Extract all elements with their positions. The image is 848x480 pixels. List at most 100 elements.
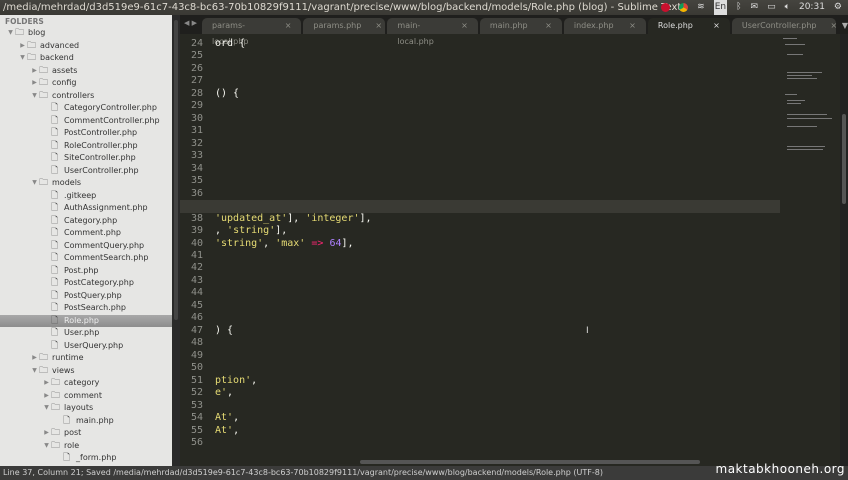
tree-item[interactable]: 🗋︎ AuthAssignment.php (0, 202, 172, 215)
tree-item[interactable]: 🗋︎ _form.php (0, 452, 172, 465)
line-number: 49 (190, 349, 203, 361)
tab[interactable]: main-local.php × (387, 18, 478, 46)
tree-item[interactable]: ▼ 🗀︎ views (0, 365, 172, 378)
settings-gear-icon[interactable]: ⚙ (834, 0, 842, 15)
bluetooth-icon[interactable]: ᛒ (736, 0, 741, 15)
line-number: 29 (190, 100, 203, 112)
chrome-icon[interactable] (679, 3, 689, 12)
volume-icon[interactable]: 🔈︎ (785, 0, 790, 15)
line-number: 35 (190, 175, 203, 187)
sidebar-scrollbar[interactable] (172, 15, 180, 466)
code-editor[interactable]: ord {() {'updated_at'], 'integer'],, 'st… (180, 34, 780, 466)
collapsed-arrow-icon[interactable]: ▶ (30, 65, 39, 78)
tree-item[interactable]: ▶ 🗀︎ post (0, 427, 172, 440)
tree-item[interactable]: 🗋︎ CategoryController.php (0, 102, 172, 115)
battery-icon[interactable]: ▭ (767, 0, 776, 15)
collapsed-arrow-icon[interactable]: ▶ (42, 427, 51, 440)
close-tab-icon[interactable]: × (375, 18, 382, 34)
tree-item[interactable]: 🗋︎ User.php (0, 327, 172, 340)
folder-icon: 🗀︎ (39, 78, 49, 88)
minimap[interactable] (780, 34, 840, 466)
tree-item[interactable]: 🗋︎ UserController.php (0, 165, 172, 178)
tree-item[interactable]: 🗋︎ UserQuery.php (0, 340, 172, 353)
file-icon: 🗋︎ (51, 240, 59, 251)
tree-item[interactable]: 🗋︎ Post.php (0, 265, 172, 278)
tree-item[interactable]: ▼ 🗀︎ models (0, 177, 172, 190)
editor-scrollbar[interactable] (840, 34, 848, 466)
collapsed-arrow-icon[interactable]: ▶ (30, 352, 39, 365)
tree-item[interactable]: ▶ 🗀︎ runtime (0, 352, 172, 365)
code-line: 'updated_at'], 'integer'], (215, 213, 372, 225)
expanded-arrow-icon[interactable]: ▼ (42, 402, 51, 415)
current-line-highlight (180, 200, 780, 213)
close-tab-icon[interactable]: × (629, 18, 636, 34)
tree-item[interactable]: 🗋︎ Role.php (0, 314, 172, 327)
expanded-arrow-icon[interactable]: ▼ (6, 27, 15, 40)
code-token: e' (215, 387, 228, 399)
mail-icon[interactable]: ✉ (751, 0, 759, 15)
tab[interactable]: UserController.php × (731, 18, 838, 34)
tab[interactable]: params-local.php × (202, 18, 302, 46)
code-line: e', (215, 387, 233, 399)
close-tab-icon[interactable]: × (461, 18, 468, 34)
close-tab-icon[interactable]: × (285, 18, 292, 34)
tree-item[interactable]: 🗋︎ main.php (0, 415, 172, 428)
tree-item[interactable]: 🗋︎ PostQuery.php (0, 290, 172, 303)
line-number: 39 (190, 225, 203, 237)
tree-item[interactable]: ▼ 🗀︎ controllers (0, 90, 172, 103)
clock[interactable]: 20:31 (799, 0, 825, 15)
record-icon[interactable] (661, 3, 671, 12)
tree-item[interactable]: ▶ 🗀︎ config (0, 77, 172, 90)
tree-item[interactable]: 🗋︎ CommentController.php (0, 115, 172, 128)
wifi-icon[interactable]: ≋ (697, 0, 705, 15)
line-number: 48 (190, 337, 203, 349)
keyboard-layout[interactable]: En (713, 0, 728, 15)
tree-item-label: PostCategory.php (64, 278, 134, 287)
tree-item[interactable]: 🗋︎ PostController.php (0, 127, 172, 140)
tree-item[interactable]: 🗋︎ PostCategory.php (0, 277, 172, 290)
file-icon: 🗋︎ (51, 165, 59, 176)
tree-item[interactable]: ▶ 🗀︎ advanced (0, 40, 172, 53)
collapsed-arrow-icon[interactable]: ▶ (18, 40, 27, 53)
collapsed-arrow-icon[interactable]: ▶ (42, 390, 51, 403)
tab[interactable]: params.php × (303, 18, 386, 34)
tree-item[interactable]: ▼ 🗀︎ role (0, 440, 172, 453)
tree-item[interactable]: 🗋︎ SiteController.php (0, 152, 172, 165)
horizontal-scrollbar[interactable] (360, 460, 700, 464)
close-tab-icon[interactable]: × (713, 18, 720, 34)
tree-item[interactable]: 🗋︎ CommentQuery.php (0, 240, 172, 253)
tab[interactable]: Role.php × (647, 18, 730, 34)
collapsed-arrow-icon[interactable]: ▶ (42, 377, 51, 390)
tree-item[interactable]: ▶ 🗀︎ comment (0, 390, 172, 403)
line-number: 38 (190, 212, 203, 224)
expanded-arrow-icon[interactable]: ▼ (30, 90, 39, 103)
tree-item-label: Post.php (64, 265, 99, 275)
code-token: , (251, 374, 258, 386)
tree-item[interactable]: 🗋︎ CommentSearch.php (0, 252, 172, 265)
tab-nav-arrows[interactable]: ◀ ▶ (184, 19, 197, 27)
expanded-arrow-icon[interactable]: ▼ (30, 177, 39, 190)
tree-item[interactable]: ▼ 🗀︎ backend (0, 52, 172, 65)
tab-dropdown-icon[interactable]: ▼ (842, 21, 848, 30)
expanded-arrow-icon[interactable]: ▼ (42, 440, 51, 453)
collapsed-arrow-icon[interactable]: ▶ (30, 77, 39, 90)
line-number: 24 (190, 38, 203, 49)
tree-item[interactable]: 🗋︎ PostSearch.php (0, 302, 172, 315)
tree-item[interactable]: ▼ 🗀︎ layouts (0, 402, 172, 415)
expanded-arrow-icon[interactable]: ▼ (18, 52, 27, 65)
tab[interactable]: main.php × (479, 18, 562, 34)
tree-item[interactable]: ▼ 🗀︎ blog (0, 27, 172, 40)
tree-item[interactable]: 🗋︎ Comment.php (0, 227, 172, 240)
file-icon: 🗋︎ (51, 215, 59, 226)
tree-item[interactable]: ▶ 🗀︎ category (0, 377, 172, 390)
close-tab-icon[interactable]: × (545, 18, 552, 34)
tab[interactable]: index.php × (563, 18, 646, 34)
tree-item[interactable]: 🗋︎ RoleController.php (0, 140, 172, 153)
tree-item[interactable]: 🗋︎ Category.php (0, 215, 172, 228)
expanded-arrow-icon[interactable]: ▼ (30, 365, 39, 378)
close-tab-icon[interactable]: × (831, 18, 838, 34)
tree-item[interactable]: 🗋︎ .gitkeep (0, 190, 172, 203)
tree-item[interactable]: ▶ 🗀︎ assets (0, 65, 172, 78)
line-number: 52 (190, 387, 203, 399)
tree-item-label: models (52, 178, 82, 187)
